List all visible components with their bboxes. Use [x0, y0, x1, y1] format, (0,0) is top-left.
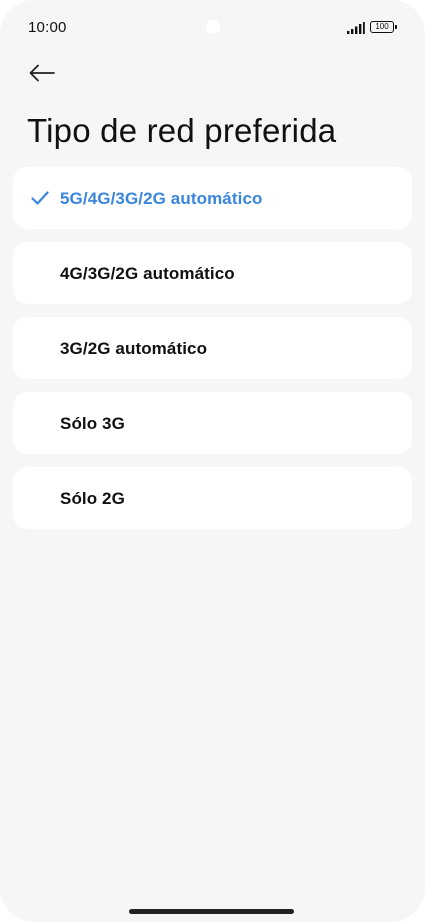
option-label: Sólo 3G [60, 414, 125, 433]
page-title: Tipo de red preferida [27, 112, 337, 149]
camera-cutout [206, 20, 220, 34]
option-label: 3G/2G automático [60, 339, 208, 358]
checkmark-icon [31, 191, 49, 205]
status-time: 10:00 [28, 19, 67, 36]
phone-screen: 10:00 100 Tipo de red preferida 5G/4G/3G… [0, 0, 425, 922]
option-3g-2g-auto[interactable]: 3G/2G automático [13, 317, 412, 379]
option-5g-4g-3g-2g-auto[interactable]: 5G/4G/3G/2G automático [13, 167, 412, 229]
option-3g-only[interactable]: Sólo 3G [13, 392, 412, 454]
back-button[interactable] [26, 58, 58, 88]
option-4g-3g-2g-auto[interactable]: 4G/3G/2G automático [13, 242, 412, 304]
signal-icon [347, 22, 365, 34]
network-type-options: 5G/4G/3G/2G automático 4G/3G/2G automáti… [13, 167, 412, 542]
option-2g-only[interactable]: Sólo 2G [13, 467, 412, 529]
arrow-left-icon [29, 64, 55, 82]
option-label: Sólo 2G [60, 489, 125, 508]
battery-icon: 100 [370, 21, 400, 35]
option-label: 5G/4G/3G/2G automático [60, 189, 263, 208]
battery-level: 100 [375, 22, 389, 31]
status-bar: 10:00 100 [0, 0, 425, 56]
option-label: 4G/3G/2G automático [60, 264, 235, 283]
home-indicator[interactable] [129, 909, 294, 914]
